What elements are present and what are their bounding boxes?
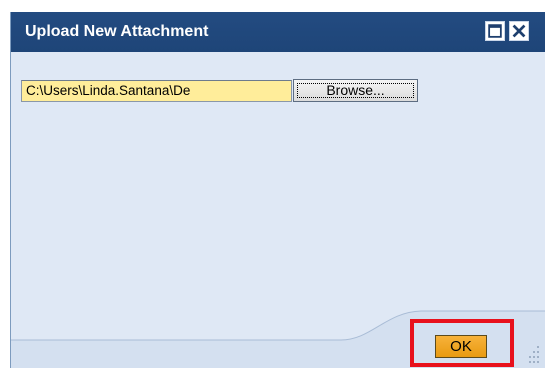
browse-button-label: Browse... — [326, 82, 385, 98]
resize-grip-icon[interactable] — [528, 340, 542, 368]
dialog-titlebar: Upload New Attachment — [11, 12, 545, 52]
browse-button[interactable]: Browse... — [293, 79, 418, 102]
upload-attachment-dialog: Upload New Attachment C:\Users\Linda.San… — [10, 12, 545, 368]
file-path-input[interactable]: C:\Users\Linda.Santana\De — [21, 80, 292, 102]
close-icon[interactable] — [509, 21, 529, 41]
dialog-title: Upload New Attachment — [25, 23, 209, 40]
ok-button[interactable]: OK — [435, 335, 487, 358]
maximize-icon[interactable] — [485, 21, 505, 41]
